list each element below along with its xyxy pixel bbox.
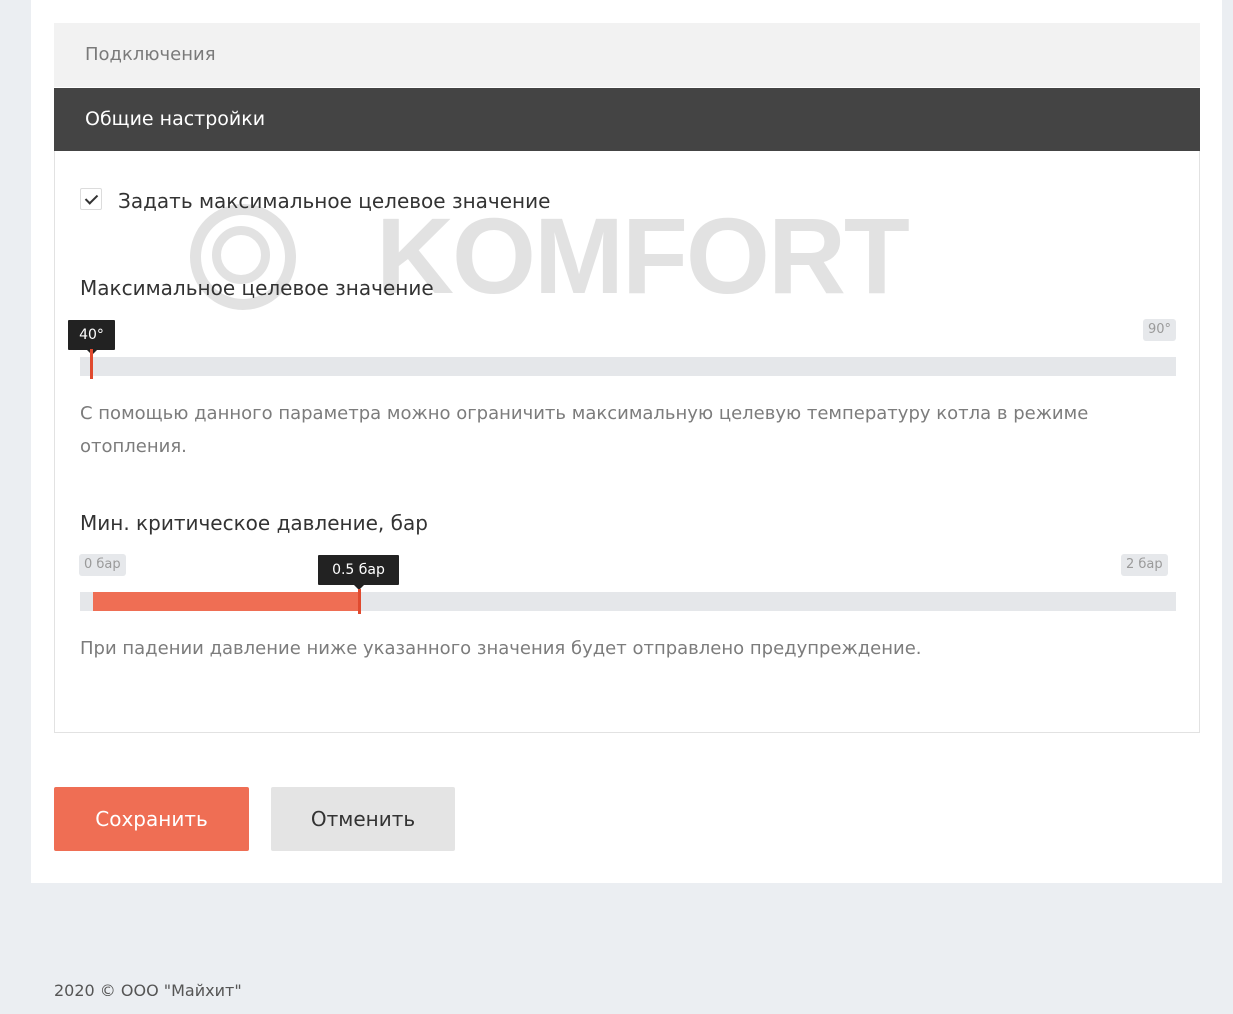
max-target-checkbox-label[interactable]: Задать максимальное целевое значение: [118, 188, 550, 214]
min-pressure-max-label: 2 бар: [1121, 554, 1168, 576]
footer-copyright: 2020 © ООО "Майхит": [54, 981, 242, 1000]
min-pressure-slider-handle[interactable]: [358, 589, 361, 614]
min-pressure-slider-label: Мин. критическое давление, бар: [80, 511, 428, 535]
max-target-slider-label: Максимальное целевое значение: [80, 276, 434, 300]
max-target-max-label: 90°: [1143, 319, 1177, 341]
min-pressure-description: При падении давление ниже указанного зна…: [80, 638, 922, 659]
min-pressure-slider[interactable]: [80, 589, 1176, 614]
max-target-description: С помощью данного параметра можно ограни…: [80, 403, 1089, 457]
save-button[interactable]: Сохранить: [54, 787, 249, 851]
min-pressure-value-tooltip: 0.5 бар: [318, 555, 399, 590]
cancel-button[interactable]: Отменить: [271, 787, 455, 851]
min-pressure-min-label: 0 бар: [79, 554, 126, 576]
tab-connections[interactable]: Подключения: [54, 23, 1200, 87]
min-pressure-slider-fill: [93, 592, 358, 611]
max-target-slider-handle[interactable]: [90, 349, 93, 379]
max-target-value-tooltip: 40°: [68, 320, 115, 355]
tab-general-settings[interactable]: Общие настройки: [54, 88, 1200, 151]
max-target-slider[interactable]: [80, 349, 1176, 379]
checkmark-icon: [84, 191, 99, 205]
max-target-checkbox[interactable]: [80, 188, 102, 210]
